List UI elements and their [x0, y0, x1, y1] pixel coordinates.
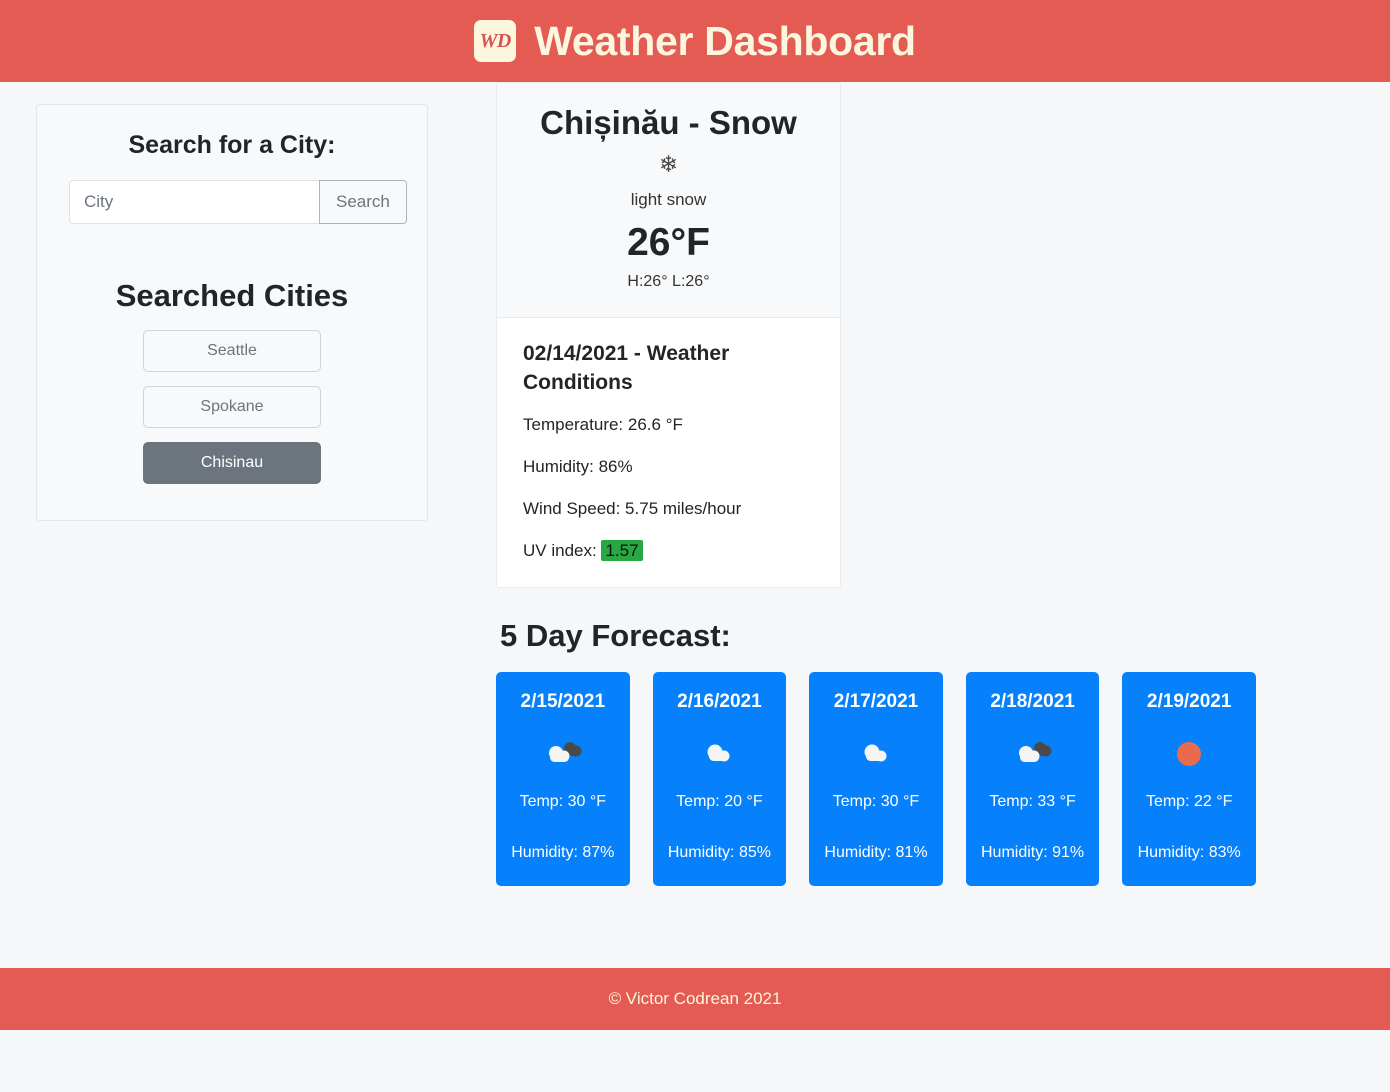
- cloud-icon: [819, 737, 933, 771]
- search-input-group: Search: [69, 180, 407, 224]
- page-body: Search for a City: Search Searched Citie…: [0, 82, 1390, 1030]
- broken-clouds-icon: [976, 737, 1090, 771]
- forecast-card: 2/19/2021 Temp: 22 °F Humidity: 83%: [1122, 671, 1256, 886]
- sun-icon: [1132, 737, 1246, 771]
- forecast-temperature: Temp: 30 °F: [519, 792, 607, 810]
- conditions-heading: 02/14/2021 - Weather Conditions: [523, 342, 730, 394]
- current-weather-card: Chișinău - Snow ❄ light snow 26°F H:26° …: [496, 82, 841, 588]
- forecast-date: 2/16/2021: [677, 690, 762, 712]
- current-city-title: Chișinău - Snow: [540, 104, 797, 141]
- forecast-temperature: Temp: 20 °F: [676, 792, 763, 810]
- broken-clouds-icon: [506, 737, 620, 771]
- forecast-temperature: Temp: 22 °F: [1145, 792, 1233, 810]
- current-high-low: H:26° L:26°: [627, 273, 710, 291]
- forecast-temperature: Temp: 30 °F: [832, 792, 920, 810]
- search-input[interactable]: [69, 180, 319, 224]
- wd-logo-icon: WD: [474, 20, 517, 62]
- uv-index-badge: 1.57: [601, 539, 643, 561]
- current-weather-description: light snow: [630, 190, 707, 210]
- conditions-uv-index: UV index: 1.57: [523, 539, 814, 561]
- forecast-date: 2/17/2021: [833, 690, 919, 712]
- snowflake-icon: ❄: [658, 151, 679, 178]
- forecast-humidity: Humidity: 83%: [1137, 844, 1241, 862]
- forecast-row: 2/15/2021 Temp: 30 °F Humidity: 87% 2/16…: [496, 671, 1256, 886]
- city-button-chisinau[interactable]: Chisinau: [143, 442, 321, 484]
- weather-conditions-panel: 02/14/2021 - Weather Conditions Temperat…: [497, 318, 840, 587]
- current-weather-summary: Chișinău - Snow ❄ light snow 26°F H:26° …: [497, 83, 840, 319]
- forecast-humidity: Humidity: 91%: [981, 844, 1085, 862]
- forecast-card: 2/17/2021 Temp: 30 °F Humidity: 81%: [809, 671, 943, 886]
- forecast-temperature: Temp: 33 °F: [989, 792, 1076, 810]
- page-title: Weather Dashboard: [534, 17, 916, 64]
- forecast-humidity: Humidity: 85%: [667, 844, 771, 862]
- search-button[interactable]: Search: [319, 180, 407, 224]
- city-button-seattle[interactable]: Seattle: [143, 330, 321, 372]
- searched-cities-list: Seattle Spokane Chisinau: [69, 330, 395, 484]
- forecast-date: 2/18/2021: [990, 690, 1075, 712]
- uv-index-label: UV index:: [523, 540, 597, 560]
- searched-cities-heading: Searched Cities: [115, 278, 349, 313]
- conditions-humidity: Humidity: 86%: [523, 456, 633, 476]
- forecast-humidity: Humidity: 81%: [824, 844, 928, 862]
- forecast-card: 2/16/2021 Temp: 20 °F Humidity: 85%: [652, 671, 787, 886]
- forecast-date: 2/19/2021: [1146, 690, 1232, 712]
- conditions-wind-speed: Wind Speed: 5.75 miles/hour: [523, 498, 742, 518]
- forecast-card: 2/18/2021 Temp: 33 °F Humidity: 91%: [965, 671, 1100, 886]
- copyright-text: © Victor Codrean 2021: [608, 989, 782, 1008]
- main-content: Chișinău - Snow ❄ light snow 26°F H:26° …: [496, 82, 1256, 886]
- forecast-heading: 5 Day Forecast:: [500, 617, 731, 653]
- search-panel: Search for a City: Search Searched Citie…: [36, 104, 428, 521]
- app-header: WD Weather Dashboard: [0, 0, 1390, 82]
- app-footer: © Victor Codrean 2021: [0, 968, 1390, 1030]
- cloud-icon: [663, 737, 777, 771]
- forecast-humidity: Humidity: 87%: [511, 844, 615, 862]
- conditions-temperature: Temperature: 26.6 °F: [523, 414, 683, 434]
- forecast-date: 2/15/2021: [520, 690, 606, 712]
- city-button-spokane[interactable]: Spokane: [143, 386, 321, 428]
- forecast-card: 2/15/2021 Temp: 30 °F Humidity: 87%: [496, 671, 630, 886]
- search-heading: Search for a City:: [128, 131, 336, 159]
- current-temperature: 26°F: [627, 221, 710, 265]
